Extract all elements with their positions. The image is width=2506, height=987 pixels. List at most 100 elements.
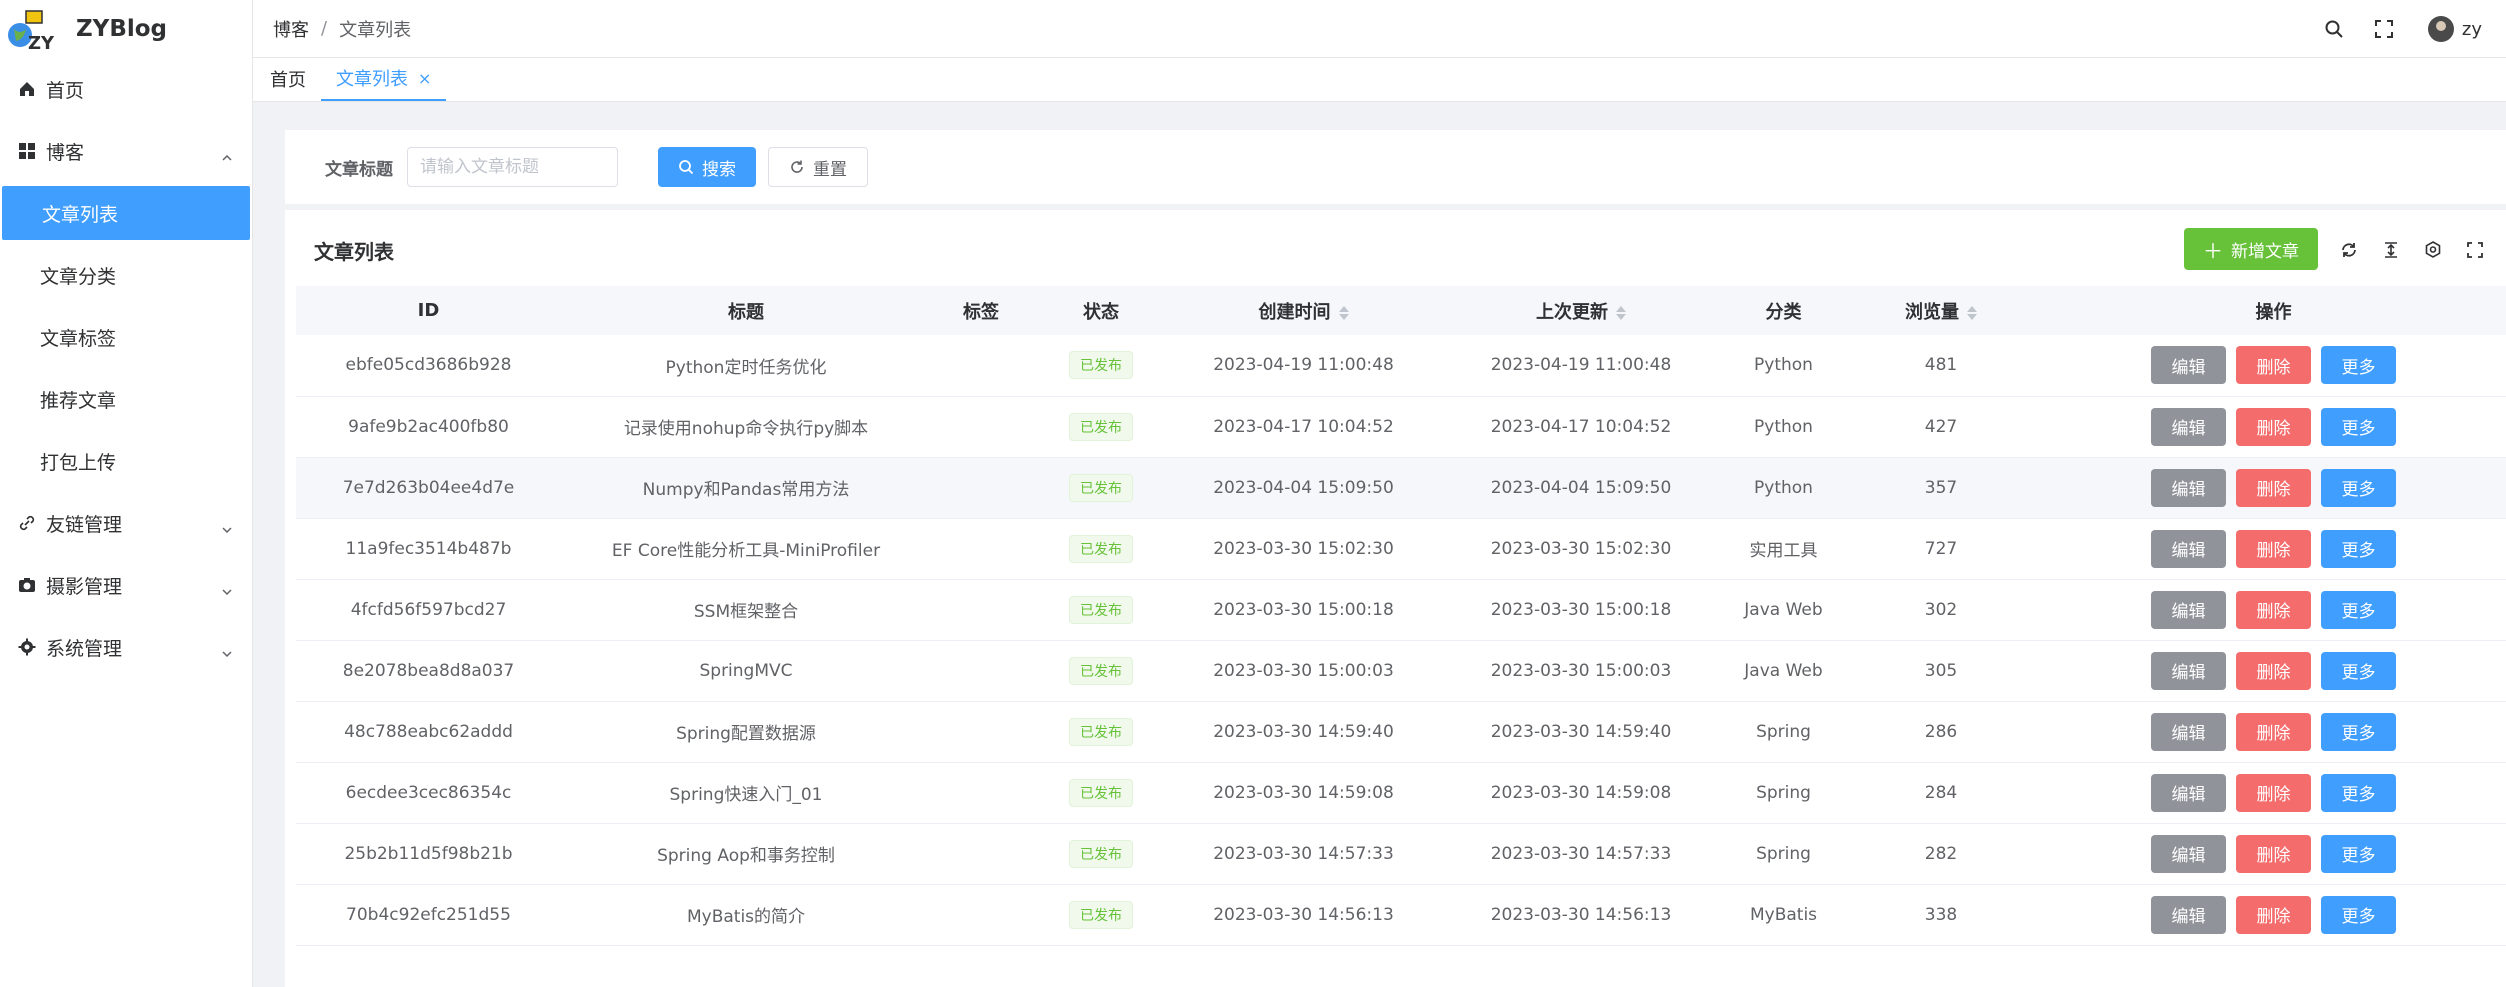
delete-button[interactable]: 删除: [2236, 712, 2311, 751]
column-height-icon[interactable]: [2381, 240, 2401, 260]
delete-button[interactable]: 删除: [2236, 895, 2311, 934]
cell-category: 实用工具: [1726, 518, 1841, 580]
cell-views: 357: [1841, 457, 2041, 519]
sort-icon[interactable]: [1967, 305, 1977, 320]
status-badge: 已发布: [1069, 595, 1133, 624]
table-row[interactable]: 6ecdee3cec86354c Spring快速入门_01 已发布 2023-03-…: [296, 762, 2506, 824]
cell-updated: 2023-03-30 15:00:18: [1436, 579, 1726, 641]
refresh-icon[interactable]: [2339, 240, 2359, 260]
close-icon[interactable]: ×: [418, 69, 431, 88]
cell-category: MyBatis: [1726, 884, 1841, 946]
more-button[interactable]: 更多: [2321, 468, 2396, 507]
logo[interactable]: ZY ZYBlog: [0, 0, 252, 58]
edit-button[interactable]: 编辑: [2151, 529, 2226, 568]
article-table: ID 标题 标签 状态 创建时间 上次更新 分类 浏览量 操作 ebfe05cd…: [296, 286, 2506, 946]
sidebar-item-article-list[interactable]: 文章列表: [2, 186, 250, 240]
sidebar-item-recommended[interactable]: 推荐文章: [0, 368, 252, 430]
table-row[interactable]: 7e7d263b04ee4d7e Numpy和Pandas常用方法 已发布 2023-…: [296, 457, 2506, 519]
edit-button[interactable]: 编辑: [2151, 895, 2226, 934]
cell-created: 2023-04-04 15:09:50: [1171, 457, 1436, 519]
table-row[interactable]: 11a9fec3514b487b EF Core性能分析工具-MiniProfil…: [296, 518, 2506, 580]
avatar[interactable]: [2427, 16, 2454, 42]
more-button[interactable]: 更多: [2321, 529, 2396, 568]
delete-button[interactable]: 删除: [2236, 773, 2311, 812]
user-name[interactable]: zy: [2462, 19, 2482, 40]
table-row[interactable]: ebfe05cd3686b928 Python定时任务优化 已发布 2023-04-1…: [296, 335, 2506, 397]
edit-button[interactable]: 编辑: [2151, 407, 2226, 446]
delete-button[interactable]: 删除: [2236, 651, 2311, 690]
search-icon: [678, 159, 694, 175]
delete-button[interactable]: 删除: [2236, 834, 2311, 873]
cell-actions: 编辑 删除 更多: [2041, 640, 2506, 702]
more-button[interactable]: 更多: [2321, 895, 2396, 934]
cell-title: Spring快速入门_01: [561, 762, 931, 824]
search-button[interactable]: 搜索: [658, 147, 756, 187]
column-header-created[interactable]: 创建时间: [1171, 286, 1436, 335]
column-header-views[interactable]: 浏览量: [1841, 286, 2041, 335]
more-button[interactable]: 更多: [2321, 407, 2396, 446]
delete-button[interactable]: 删除: [2236, 590, 2311, 629]
cell-tags: [931, 335, 1031, 397]
sidebar-item-home[interactable]: 首页: [0, 58, 252, 120]
cell-updated: 2023-03-30 14:59:08: [1436, 762, 1726, 824]
sidebar-group-photography[interactable]: 摄影管理: [0, 554, 252, 616]
more-button[interactable]: 更多: [2321, 651, 2396, 690]
delete-button[interactable]: 删除: [2236, 407, 2311, 446]
fullscreen-icon[interactable]: [2465, 240, 2485, 260]
edit-button[interactable]: 编辑: [2151, 834, 2226, 873]
more-button[interactable]: 更多: [2321, 346, 2396, 385]
fullscreen-icon[interactable]: [2374, 19, 2394, 39]
sidebar-group-system[interactable]: 系统管理: [0, 616, 252, 678]
cell-actions: 编辑 删除 更多: [2041, 335, 2506, 397]
sidebar-group-label: 博客: [46, 141, 85, 164]
search-icon[interactable]: [2324, 19, 2344, 39]
article-title-input[interactable]: [407, 147, 618, 187]
sidebar-group-blog[interactable]: 博客: [0, 120, 252, 182]
cell-category: Spring: [1726, 701, 1841, 763]
delete-button[interactable]: 删除: [2236, 529, 2311, 568]
column-header-updated[interactable]: 上次更新: [1436, 286, 1726, 335]
more-button[interactable]: 更多: [2321, 773, 2396, 812]
sidebar-item-article-tags[interactable]: 文章标签: [0, 306, 252, 368]
cell-status: 已发布: [1031, 335, 1171, 397]
delete-button[interactable]: 删除: [2236, 468, 2311, 507]
edit-button[interactable]: 编辑: [2151, 773, 2226, 812]
cell-actions: 编辑 删除 更多: [2041, 762, 2506, 824]
table-row[interactable]: 4fcfd56f597bcd27 SSM框架整合 已发布 2023-03-30 15:…: [296, 579, 2506, 641]
cell-updated: 2023-04-04 15:09:50: [1436, 457, 1726, 519]
cell-category: Spring: [1726, 762, 1841, 824]
edit-button[interactable]: 编辑: [2151, 712, 2226, 751]
cell-category: Spring: [1726, 823, 1841, 885]
edit-button[interactable]: 编辑: [2151, 468, 2226, 507]
settings-icon[interactable]: [2423, 240, 2443, 260]
cell-views: 305: [1841, 640, 2041, 702]
more-button[interactable]: 更多: [2321, 590, 2396, 629]
breadcrumb-item[interactable]: 博客: [273, 16, 309, 42]
cell-tags: [931, 457, 1031, 519]
tab-article-list[interactable]: 文章列表 ×: [321, 57, 447, 101]
tab-home[interactable]: 首页: [255, 57, 321, 101]
edit-button[interactable]: 编辑: [2151, 651, 2226, 690]
cell-id: 48c788eabc62addd: [296, 701, 561, 763]
delete-button[interactable]: 删除: [2236, 346, 2311, 385]
sort-icon[interactable]: [1338, 305, 1349, 320]
cell-actions: 编辑 删除 更多: [2041, 823, 2506, 885]
cell-views: 727: [1841, 518, 2041, 580]
more-button[interactable]: 更多: [2321, 834, 2396, 873]
table-row[interactable]: 25b2b11d5f98b21b Spring Aop和事务控制 已发布 2023-0…: [296, 823, 2506, 885]
table-row[interactable]: 8e2078bea8d8a037 SpringMVC 已发布 2023-03-30 1…: [296, 640, 2506, 702]
table-row[interactable]: 48c788eabc62addd Spring配置数据源 已发布 2023-03-30…: [296, 701, 2506, 763]
column-header-category: 分类: [1726, 286, 1841, 335]
edit-button[interactable]: 编辑: [2151, 346, 2226, 385]
more-button[interactable]: 更多: [2321, 712, 2396, 751]
sidebar-group-links[interactable]: 友链管理: [0, 492, 252, 554]
reset-button[interactable]: 重置: [768, 147, 868, 187]
edit-button[interactable]: 编辑: [2151, 590, 2226, 629]
sidebar-item-package-upload[interactable]: 打包上传: [0, 430, 252, 492]
sidebar-item-article-category[interactable]: 文章分类: [0, 244, 252, 306]
sort-icon[interactable]: [1616, 305, 1626, 320]
table-row[interactable]: 9afe9b2ac400fb80 记录使用nohup命令执行py脚本 已发布 2023…: [296, 396, 2506, 458]
status-badge: 已发布: [1069, 412, 1133, 441]
add-article-button[interactable]: ＋ 新增文章: [2184, 228, 2318, 270]
table-row[interactable]: 70b4c92efc251d55 MyBatis的简介 已发布 2023-03-30 …: [296, 884, 2506, 946]
